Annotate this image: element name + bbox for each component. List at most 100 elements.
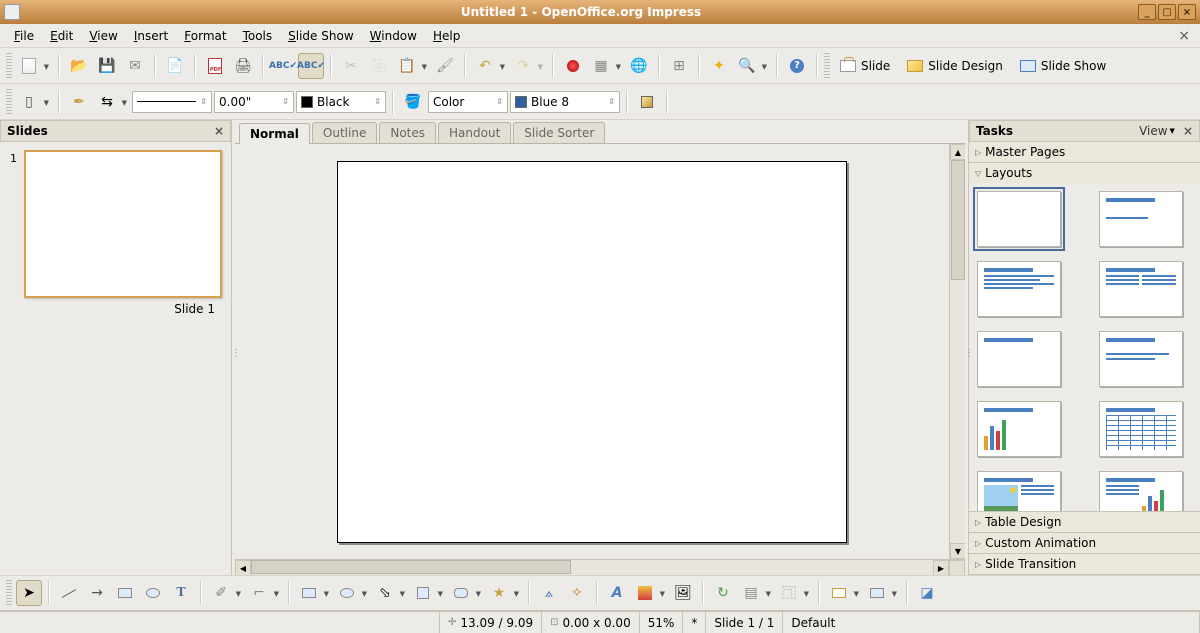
export-pdf-button[interactable] [202,53,228,79]
vertical-scrollbar[interactable]: ▲ ▼ [949,144,965,559]
extrusion-button[interactable]: ◪ [914,580,940,606]
slide-canvas[interactable] [337,161,847,543]
menu-insert[interactable]: Insert [126,27,176,45]
minimize-button[interactable]: _ [1138,4,1156,20]
splitter-right[interactable] [965,120,968,575]
menu-help[interactable]: Help [425,27,468,45]
slide-show-button[interactable]: Slide Show [1014,53,1115,79]
email-button[interactable]: ✉ [122,53,148,79]
canvas-viewport[interactable] [235,144,949,559]
slide-design-button[interactable]: Slide Design [901,53,1012,79]
menu-view[interactable]: View [81,27,125,45]
scroll-up-button[interactable]: ▲ [950,144,965,160]
connector-tool-button[interactable]: ⌐▼ [246,580,272,606]
rectangle-tool-button[interactable] [112,580,138,606]
task-title-layouts[interactable]: ▽Layouts [969,163,1200,183]
print-button[interactable]: 🖨 [230,53,256,79]
horizontal-scrollbar[interactable]: ◀ ▶ [235,559,965,575]
layout-title-image-text[interactable] [977,471,1061,511]
tab-normal[interactable]: Normal [239,123,310,144]
zoom-button[interactable]: 🔍▼ [734,53,760,79]
area-props-button[interactable]: 🪣 [400,89,426,115]
shadow-button[interactable] [634,89,660,115]
from-file-button[interactable]: ▼ [632,580,658,606]
select-tool-button[interactable]: ➤ [16,580,42,606]
help-button[interactable]: ? [784,53,810,79]
area-style-combo[interactable]: Color⇳ [428,91,508,113]
points-button[interactable]: ⟑ [536,580,562,606]
line-width-combo[interactable]: 0.00"⇳ [214,91,294,113]
text-tool-button[interactable]: T [168,580,194,606]
layout-centered-text[interactable] [1099,331,1183,387]
flowcharts-button[interactable]: ▼ [410,580,436,606]
layout-title-content[interactable] [977,261,1061,317]
curve-tool-button[interactable]: ✐▼ [208,580,234,606]
layout-blank[interactable] [977,191,1061,247]
new-document-button[interactable]: ▼ [16,53,42,79]
toolbar-grip-4[interactable] [6,580,12,606]
scroll-left-button[interactable]: ◀ [235,560,251,576]
slides-list[interactable]: 1 Slide 1 [0,142,231,575]
task-title-table-design[interactable]: ▷Table Design [969,512,1200,532]
arrange-button[interactable]: ▯▼ [16,89,42,115]
menu-edit[interactable]: Edit [42,27,81,45]
maximize-button[interactable]: ▢ [1158,4,1176,20]
tab-notes[interactable]: Notes [379,122,436,143]
task-title-slide-transition[interactable]: ▷Slide Transition [969,554,1200,574]
slide-thumbnail[interactable] [24,150,222,298]
toolbar-grip-3[interactable] [6,89,12,115]
undo-button[interactable]: ↶▼ [472,53,498,79]
area-fill-combo[interactable]: Blue 8⇳ [510,91,620,113]
line-arrow-tool-button[interactable]: → [84,580,110,606]
scroll-down-button[interactable]: ▼ [950,543,965,559]
redo-button[interactable]: ↷▼ [510,53,536,79]
paste-button[interactable]: 📋▼ [394,53,420,79]
task-title-master-pages[interactable]: ▷Master Pages [969,142,1200,162]
line-props-button[interactable]: ✒ [66,89,92,115]
edit-file-button[interactable]: 📄 [162,53,188,79]
format-paintbrush-button[interactable]: 🖌 [432,53,458,79]
gallery-button[interactable]: 🖼 [670,580,696,606]
tab-handout[interactable]: Handout [438,122,511,143]
layout-two-content[interactable] [1099,261,1183,317]
chevron-down-icon[interactable]: ▼ [1170,127,1175,135]
hscroll-thumb[interactable] [251,560,571,574]
scroll-right-button[interactable]: ▶ [933,560,949,576]
insert-slide-button-2[interactable]: ▼ [826,580,852,606]
layout-title-chart[interactable] [977,401,1061,457]
open-button[interactable]: 📂 [66,53,92,79]
tasks-view-menu[interactable]: View [1139,124,1167,138]
line-style-combo[interactable]: ⇳ [132,91,212,113]
arrow-style-button[interactable]: ⇆▼ [94,89,120,115]
symbol-shapes-button[interactable]: ▼ [334,580,360,606]
ellipse-tool-button[interactable] [140,580,166,606]
alignment-button[interactable]: ▤▼ [738,580,764,606]
basic-shapes-button[interactable]: ▼ [296,580,322,606]
insert-slide-button[interactable]: Slide [834,53,899,79]
autospellcheck-button[interactable]: ABC✔ [298,53,324,79]
line-color-combo[interactable]: Black⇳ [296,91,386,113]
gluepoints-button[interactable]: ✧ [564,580,590,606]
block-arrows-button[interactable]: ⬂▼ [372,580,398,606]
layout-title[interactable] [1099,191,1183,247]
spellcheck-button[interactable]: ABC✔ [270,53,296,79]
menu-slideshow[interactable]: Slide Show [280,27,362,45]
save-button[interactable]: 💾 [94,53,120,79]
cut-button[interactable]: ✂ [338,53,364,79]
callouts-button[interactable]: ▼ [448,580,474,606]
menu-tools[interactable]: Tools [235,27,281,45]
layout-title-table[interactable] [1099,401,1183,457]
slides-panel-close-icon[interactable]: × [214,124,224,138]
menu-file[interactable]: File [6,27,42,45]
splitter-left[interactable] [232,120,235,575]
layout-title-text-chart[interactable] [1099,471,1183,511]
task-title-custom-animation[interactable]: ▷Custom Animation [969,533,1200,553]
vscroll-thumb[interactable] [951,160,965,280]
menu-format[interactable]: Format [176,27,234,45]
vscroll-track[interactable] [950,160,965,543]
fontwork-button[interactable]: A [604,580,630,606]
tab-slide-sorter[interactable]: Slide Sorter [513,122,605,143]
hyperlink-button[interactable]: 🌐 [626,53,652,79]
hscroll-track[interactable] [251,560,933,575]
close-button[interactable]: × [1178,4,1196,20]
